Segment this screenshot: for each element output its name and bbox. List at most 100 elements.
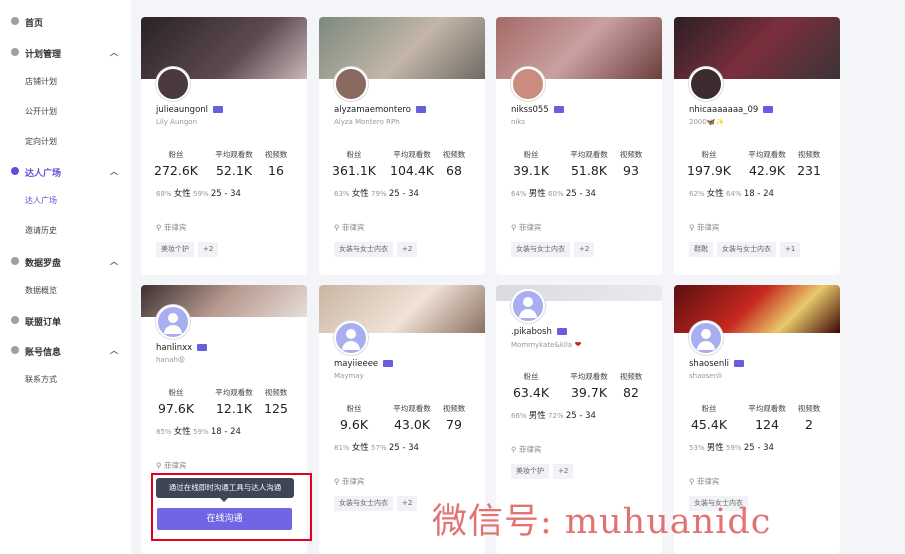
stat-label-videos: 视频数 <box>264 150 288 159</box>
stat-label-avg_views: 平均观看数 <box>393 150 431 159</box>
creator-nickname: shaosenli <box>689 372 722 380</box>
creator-username[interactable]: hanlinxx <box>156 343 192 353</box>
sidebar-label: 邀请历史 <box>25 226 57 235</box>
creator-username[interactable]: julieaungonl <box>156 105 208 115</box>
creator-username[interactable]: alyzamaemontero <box>334 105 411 115</box>
avatar <box>511 67 545 101</box>
location-pin-icon: ⚲ <box>334 477 342 486</box>
creator-username[interactable]: nhicaaaaaaa_09 <box>689 105 758 115</box>
category-tag[interactable]: 鞋靴 <box>689 242 713 257</box>
category-tag[interactable]: 美妆个护 <box>511 464 549 479</box>
audience-demographics: 62% 女性 64% 18 - 24 <box>689 189 774 199</box>
category-tag[interactable]: 女装与女士内衣 <box>334 496 393 511</box>
stat-label-followers: 粉丝 <box>701 404 717 413</box>
category-tag[interactable]: 女装与女士内衣 <box>511 242 570 257</box>
stat-label-avg_views: 平均观看数 <box>570 372 608 381</box>
chevron-up-icon[interactable]: ︿ <box>110 256 118 267</box>
sidebar-label: 公开计划 <box>25 107 57 116</box>
creator-username[interactable]: .pikabosh <box>511 327 552 337</box>
profile-card-icon <box>553 106 564 113</box>
stat-value-videos: 125 <box>264 401 288 416</box>
stat-label-videos: 视频数 <box>442 404 466 413</box>
stat-label-avg_views: 平均观看数 <box>748 404 786 413</box>
location: ⚲ 菲律宾 <box>511 445 542 454</box>
stat-value-videos: 79 <box>446 417 462 432</box>
location: ⚲ 菲律宾 <box>511 223 542 232</box>
creator-nickname: hanah😩 <box>156 356 186 364</box>
category-tags: 女装与女士内衣 +2 <box>334 496 421 511</box>
creator-nickname: Alyza Montero RPh <box>334 118 400 126</box>
stat-value-followers: 361.1K <box>332 163 376 178</box>
category-tag[interactable]: +2 <box>553 464 574 479</box>
creator-card[interactable]: julieaungonl Lily Aungon 粉丝 272.6K 平均观看数 52.1… <box>141 17 307 275</box>
category-tag[interactable]: 女装与女士内衣 <box>717 242 776 257</box>
creator-username[interactable]: nikss055 <box>511 105 549 115</box>
category-tags: 鞋靴 女装与女士内衣 +1 <box>689 242 804 257</box>
chevron-up-icon[interactable]: ︿ <box>110 166 118 177</box>
stat-label-avg_views: 平均观看数 <box>393 404 431 413</box>
category-tags: 美妆个护 +2 <box>156 242 222 257</box>
creator-nickname: Lily Aungon <box>156 118 197 126</box>
audience-demographics: 63% 女性 79% 25 - 34 <box>334 189 419 199</box>
stat-value-avg_views: 124 <box>755 417 779 432</box>
plan-icon <box>11 48 19 56</box>
account-icon <box>11 346 19 354</box>
stat-label-avg_views: 平均观看数 <box>215 388 253 397</box>
compass-icon <box>11 257 19 265</box>
location: ⚲ 菲律宾 <box>334 223 365 232</box>
stat-value-videos: 93 <box>623 163 639 178</box>
stat-value-videos: 16 <box>268 163 284 178</box>
profile-card-icon <box>383 360 394 367</box>
chevron-up-icon[interactable]: ︿ <box>110 345 118 356</box>
sidebar-label: 定向计划 <box>25 137 57 146</box>
category-tag[interactable]: +2 <box>397 242 418 257</box>
creator-card[interactable]: nikss055 niks 粉丝 39.1K 平均观看数 51.8K 视频数 93 64% 男性… <box>496 17 662 275</box>
stat-label-videos: 视频数 <box>619 372 643 381</box>
category-tag[interactable]: +2 <box>397 496 418 511</box>
stat-label-avg_views: 平均观看数 <box>570 150 608 159</box>
creator-username[interactable]: mayiieeee <box>334 359 378 369</box>
audience-demographics: 68% 女性 59% 25 - 34 <box>156 189 241 199</box>
stat-value-avg_views: 12.1K <box>215 401 253 416</box>
avatar <box>334 67 368 101</box>
creator-username[interactable]: shaosenli <box>689 359 729 369</box>
creator-square-icon <box>11 167 19 175</box>
watermark-text: 微信号: muhuanidc <box>432 502 772 542</box>
category-tag[interactable]: 女装与女士内衣 <box>334 242 393 257</box>
category-tag[interactable]: +2 <box>574 242 595 257</box>
location-pin-icon: ⚲ <box>511 445 519 454</box>
stat-label-followers: 粉丝 <box>701 150 717 159</box>
category-tag[interactable]: +1 <box>780 242 801 257</box>
profile-card-icon <box>213 106 224 113</box>
creator-nickname: niks <box>511 118 526 126</box>
category-tag[interactable]: +2 <box>198 242 219 257</box>
audience-demographics: 66% 男性 72% 25 - 34 <box>511 411 596 421</box>
category-tags: 美妆个护 +2 <box>511 464 577 479</box>
category-tag[interactable]: 美妆个护 <box>156 242 194 257</box>
category-tags: 女装与女士内衣 +2 <box>511 242 598 257</box>
location-pin-icon: ⚲ <box>511 223 519 232</box>
stat-value-avg_views: 52.1K <box>215 163 253 178</box>
location: ⚲ 菲律宾 <box>156 461 187 470</box>
stat-value-avg_views: 51.8K <box>570 163 608 178</box>
sidebar-label: 联系方式 <box>25 375 57 384</box>
stat-label-followers: 粉丝 <box>523 150 539 159</box>
audience-demographics: 64% 男性 60% 25 - 34 <box>511 189 596 199</box>
highlight-box <box>151 473 312 541</box>
stat-label-videos: 视频数 <box>797 404 821 413</box>
creator-nickname: Mommykate&kila ❤ <box>511 340 582 349</box>
avatar <box>156 305 190 339</box>
sidebar-nav: 首页 计划管理 ︿ 店铺计划 公开计划 定向计划 达人广场 ︿ 达人广场 邀请历史 数据罗盘 ︿ 数据概… <box>0 0 131 554</box>
stat-value-avg_views: 39.7K <box>570 385 608 400</box>
location: ⚲ 菲律宾 <box>689 223 720 232</box>
stat-value-followers: 9.6K <box>339 417 369 432</box>
heart-icon: ❤ <box>572 340 582 349</box>
creator-card[interactable]: alyzamaemontero Alyza Montero RPh 粉丝 361.1K… <box>319 17 485 275</box>
sidebar-label: 数据罗盘 <box>25 259 62 269</box>
stat-value-followers: 63.4K <box>512 385 550 400</box>
sidebar-label: 达人广场 <box>25 169 62 179</box>
stat-label-followers: 粉丝 <box>346 150 362 159</box>
creator-card[interactable]: nhicaaaaaaa_09 2000🦋✨ 粉丝 197.9K 平均观看数 42.9K 视频… <box>674 17 840 275</box>
chevron-up-icon[interactable]: ︿ <box>110 47 118 58</box>
stat-value-videos: 68 <box>446 163 462 178</box>
